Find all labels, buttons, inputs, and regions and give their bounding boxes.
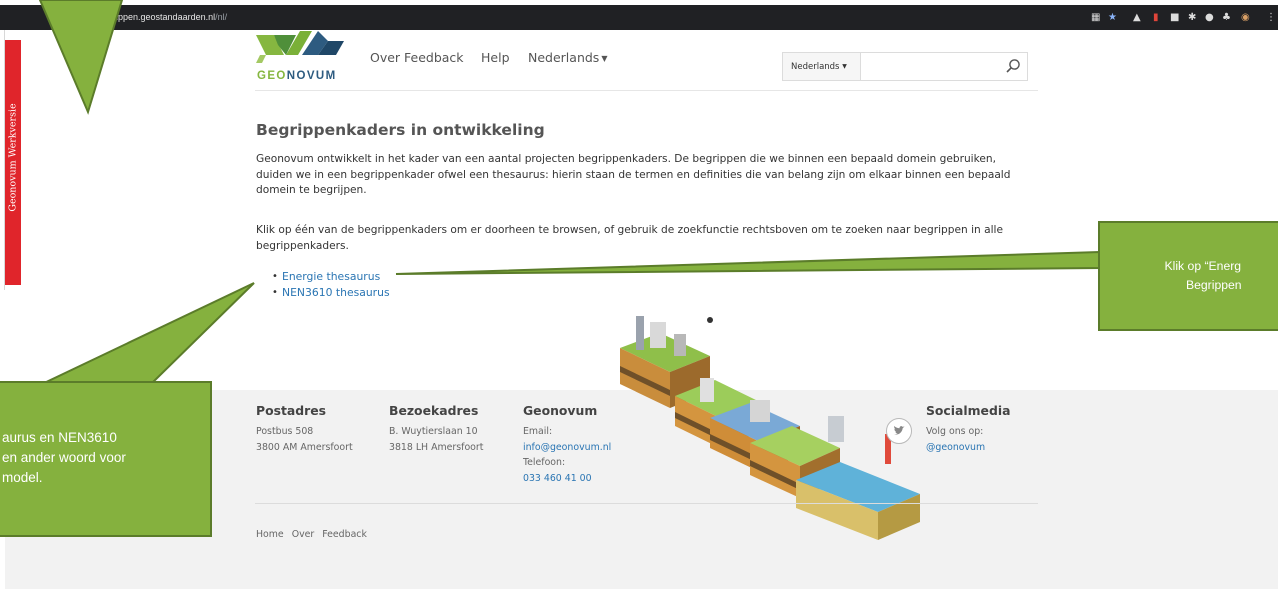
extension-icon[interactable]: ▮ bbox=[1153, 12, 1159, 23]
werkversie-label: Geonovum Werkversie bbox=[7, 103, 19, 212]
extension-icon[interactable]: ✱ bbox=[1188, 12, 1196, 23]
callout-left: aurus en NEN3610 en ander woord voor mod… bbox=[0, 381, 212, 537]
link-nen3610-thesaurus[interactable]: NEN3610 thesaurus bbox=[282, 286, 390, 299]
extension-icon[interactable]: ■ bbox=[1170, 12, 1179, 23]
url-path: /nl/ bbox=[215, 12, 228, 22]
email-link[interactable]: info@geonovum.nl bbox=[523, 440, 611, 456]
header-divider bbox=[255, 90, 1038, 91]
nav-language-dropdown[interactable]: Nederlands ▼ bbox=[528, 50, 607, 67]
menu-icon[interactable]: ⋮ bbox=[1266, 12, 1276, 23]
nav-over[interactable]: Over bbox=[370, 50, 400, 66]
caret-down-icon: ▼ bbox=[842, 63, 847, 70]
footer-nav-over[interactable]: Over bbox=[292, 529, 315, 540]
search-input[interactable] bbox=[863, 55, 993, 78]
instruction-paragraph: Klik op één van de begrippenkaders om er… bbox=[256, 224, 1003, 252]
twitter-handle-link[interactable]: @geonovum bbox=[926, 440, 1010, 456]
translate-icon[interactable]: ▦ bbox=[1091, 12, 1100, 23]
phone-link[interactable]: 033 460 41 00 bbox=[523, 471, 611, 487]
list-item: Energie thesaurus bbox=[272, 269, 390, 285]
avatar-icon[interactable]: ◉ bbox=[1241, 12, 1250, 23]
footer-divider bbox=[255, 503, 1038, 504]
footer-geonovum: Geonovum Email: info@geonovum.nl Telefoo… bbox=[523, 403, 611, 486]
page-title: Begrippenkaders in ontwikkeling bbox=[256, 121, 545, 139]
browser-address-bar[interactable]: 🔒 begrippen.geostandaarden.nl/nl/ ▦ ★ ▲ … bbox=[0, 5, 1278, 30]
nav-feedback[interactable]: Feedback bbox=[404, 50, 464, 66]
footer-bezoekadres: Bezoekadres B. Wuytierslaan 10 3818 LH A… bbox=[389, 403, 484, 453]
nav-language-label: Nederlands bbox=[528, 50, 600, 65]
landscape-illustration bbox=[620, 316, 920, 540]
search-language-select[interactable]: Nederlands ▼ bbox=[783, 53, 861, 80]
search-box: Nederlands ▼ bbox=[782, 52, 1028, 81]
link-energie-thesaurus[interactable]: Energie thesaurus bbox=[282, 270, 380, 283]
extension-icon[interactable]: ● bbox=[1205, 12, 1214, 23]
nav-help[interactable]: Help bbox=[481, 50, 510, 66]
extension-icon[interactable]: ▲ bbox=[1133, 12, 1141, 23]
url-text[interactable]: begrippen.geostandaarden.nl/nl/ bbox=[98, 12, 227, 23]
search-language-label: Nederlands bbox=[791, 62, 840, 72]
page: 🔒 begrippen.geostandaarden.nl/nl/ ▦ ★ ▲ … bbox=[0, 0, 1278, 589]
lock-icon: 🔒 bbox=[88, 12, 98, 21]
caret-down-icon: ▼ bbox=[601, 54, 608, 63]
intro-paragraph: Geonovum ontwikkelt in het kader van een… bbox=[256, 153, 1011, 196]
list-item: NEN3610 thesaurus bbox=[272, 285, 390, 301]
footer-nav-home[interactable]: Home bbox=[256, 529, 284, 540]
footer-socialmedia: Socialmedia Volg ons op: @geonovum bbox=[926, 403, 1010, 455]
callout-right: Klik op “Energ Begrippen bbox=[1098, 221, 1278, 331]
werkversie-strip: Geonovum Werkversie bbox=[5, 40, 21, 285]
footer-nav-feedback[interactable]: Feedback bbox=[322, 529, 367, 540]
footer-postadres: Postadres Postbus 508 3800 AM Amersfoort bbox=[256, 403, 353, 453]
extension-icon[interactable]: ♣ bbox=[1222, 12, 1231, 23]
twitter-button[interactable] bbox=[886, 418, 912, 444]
search-icon[interactable] bbox=[1005, 58, 1021, 74]
twitter-icon bbox=[893, 425, 905, 435]
url-host: begrippen.geostandaarden.nl bbox=[98, 12, 216, 22]
star-icon[interactable]: ★ bbox=[1108, 12, 1117, 23]
logo-wordmark: GEONOVUM bbox=[257, 70, 337, 82]
footer-nav: Home Over Feedback bbox=[256, 529, 375, 540]
thesaurus-list: Energie thesaurus NEN3610 thesaurus bbox=[272, 269, 390, 301]
